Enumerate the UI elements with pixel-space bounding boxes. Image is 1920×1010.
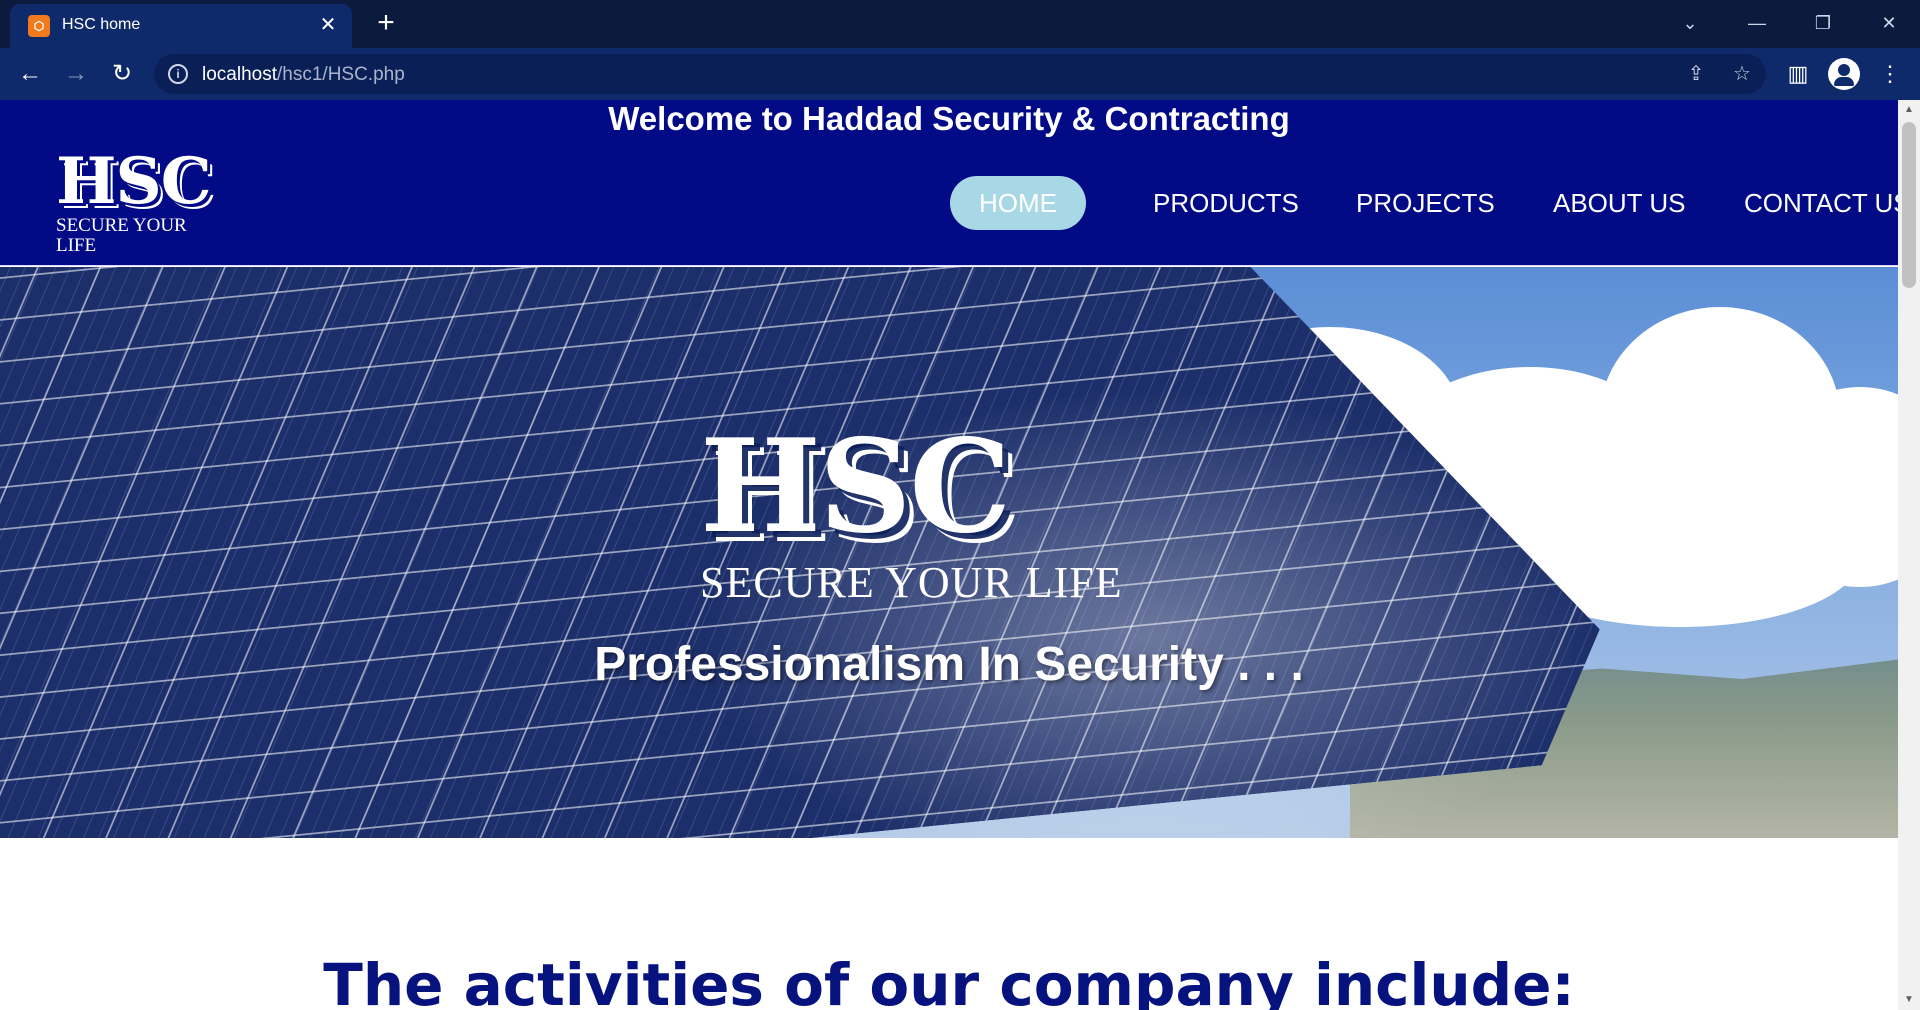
- side-panel-icon[interactable]: ▥: [1782, 58, 1814, 90]
- hero-subtitle: Professionalism In Security . . .: [594, 638, 1304, 691]
- hero-logo-letters: HSC: [700, 412, 1011, 562]
- welcome-title: Welcome to Haddad Security & Contracting: [608, 100, 1290, 137]
- page-scrollbar[interactable]: ▲ ▼: [1898, 100, 1920, 1010]
- new-tab-button[interactable]: +: [370, 8, 402, 40]
- address-bar[interactable]: i localhost/hsc1/HSC.php ⇪ ☆: [154, 54, 1766, 94]
- nav-about-us[interactable]: ABOUT US: [1553, 176, 1685, 230]
- header-logo[interactable]: HSC SECURE YOUR LIFE: [56, 144, 226, 256]
- restore-button[interactable]: ❐: [1806, 6, 1840, 40]
- menu-kebab-icon[interactable]: ⋮: [1874, 58, 1906, 90]
- site-header: Welcome to Haddad Security & Contracting…: [0, 100, 1898, 266]
- scroll-up-arrow-icon[interactable]: ▲: [1898, 100, 1920, 120]
- profile-avatar[interactable]: [1828, 58, 1860, 90]
- close-tab-icon[interactable]: ✕: [316, 13, 340, 37]
- forward-button[interactable]: →: [60, 58, 92, 90]
- xampp-icon: ⬡: [28, 15, 50, 37]
- back-button[interactable]: ←: [14, 58, 46, 90]
- activities-heading: The activities of our company include:: [323, 951, 1575, 1010]
- reload-button[interactable]: ↻: [106, 58, 138, 90]
- nav-contact-us[interactable]: CONTACT US: [1744, 176, 1898, 230]
- tab-title: HSC home: [62, 16, 141, 33]
- hero-logo-tagline: SECURE YOUR LIFE: [700, 558, 1123, 607]
- tab-search-icon[interactable]: ⌄: [1673, 6, 1707, 40]
- url-host: localhost: [202, 64, 277, 85]
- browser-tab[interactable]: ⬡ HSC home ✕: [10, 4, 352, 48]
- url-path: /hsc1/HSC.php: [277, 64, 405, 85]
- nav-projects[interactable]: PROJECTS: [1356, 176, 1495, 230]
- logo-letters: HSC: [56, 144, 212, 219]
- logo-tagline: SECURE YOUR LIFE: [56, 215, 187, 256]
- scroll-thumb[interactable]: [1902, 122, 1916, 288]
- share-icon[interactable]: ⇪: [1682, 60, 1710, 88]
- nav-products[interactable]: PRODUCTS: [1153, 176, 1299, 230]
- bookmark-star-icon[interactable]: ☆: [1728, 60, 1756, 88]
- hero-banner: HSC SECURE YOUR LIFE Professionalism In …: [0, 267, 1898, 838]
- page-viewport: Welcome to Haddad Security & Contracting…: [0, 100, 1898, 1010]
- browser-tab-strip: ⬡ HSC home ✕ + ⌄ — ❐ ✕: [0, 0, 1920, 48]
- url-text[interactable]: localhost/hsc1/HSC.php: [202, 64, 405, 86]
- browser-toolbar: ← → ↻ i localhost/hsc1/HSC.php ⇪ ☆ ▥ ⋮: [0, 48, 1920, 100]
- scroll-down-arrow-icon[interactable]: ▼: [1898, 990, 1920, 1010]
- nav-home[interactable]: HOME: [950, 176, 1086, 230]
- close-window-button[interactable]: ✕: [1872, 6, 1906, 40]
- hero-logo: HSC SECURE YOUR LIFE: [700, 412, 1200, 607]
- site-info-icon[interactable]: i: [168, 64, 188, 84]
- minimize-button[interactable]: —: [1740, 6, 1774, 40]
